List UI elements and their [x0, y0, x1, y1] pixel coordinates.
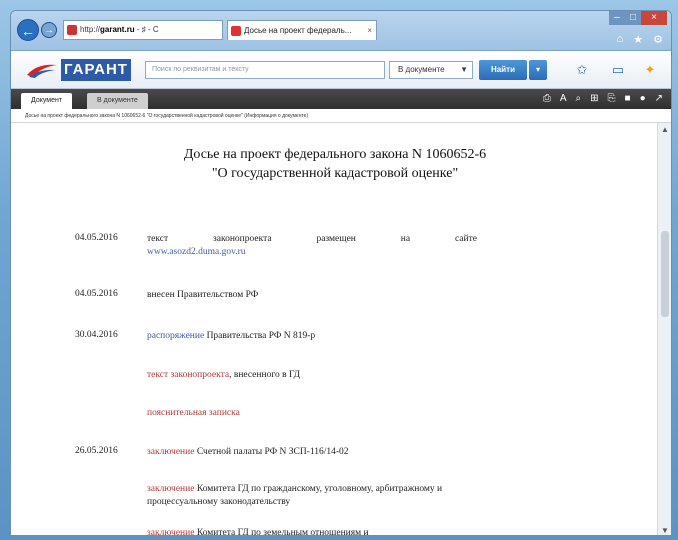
font-size-icon[interactable]: A	[560, 91, 567, 107]
entry-link[interactable]: заключение	[147, 447, 194, 457]
favorites-icon[interactable]: ★	[633, 33, 643, 46]
entry-date: 04.05.2016	[75, 233, 118, 243]
entry-link[interactable]: пояснительная записка	[147, 408, 240, 418]
find-options-button[interactable]: ▾	[529, 60, 547, 80]
scroll-up-icon[interactable]: ▲	[658, 125, 671, 134]
lightbulb-icon[interactable]: ✦	[639, 61, 661, 79]
window-controls: – □ ×	[609, 11, 667, 27]
copy-icon[interactable]: ⎘	[608, 91, 616, 107]
browser-toolbar-icons: ⌂ ★ ⚙	[617, 33, 663, 46]
document-toolbar-icons: ⎙ A ⌕ ⊞ ⎘ ■ ● ↗	[543, 91, 663, 107]
entry-text: Счетной палаты РФ N ЗСП-116/14-02	[194, 447, 349, 457]
print-icon[interactable]: ⎙	[543, 91, 551, 107]
tab-in-document[interactable]: В документе	[87, 93, 148, 109]
scroll-thumb[interactable]	[661, 231, 669, 317]
title-line-1: Досье на проект федерального закона N 10…	[183, 147, 487, 162]
document-tab-strip: Документ В документе ⎙ A ⌕ ⊞ ⎘ ■ ● ↗	[11, 89, 671, 109]
breadcrumb: Досье на проект федерального закона N 10…	[11, 109, 671, 123]
entry-word: размещен	[316, 234, 356, 244]
info-icon[interactable]: ●	[640, 91, 646, 107]
document-content: Досье на проект федерального закона N 10…	[11, 123, 659, 536]
browser-tab-active[interactable]: Досье на проект федераль... ×	[227, 20, 377, 40]
entry-text: Правительства РФ N 819-р	[204, 331, 316, 341]
garant-toolbar: ГАРАНТ Поиск по реквизитам и тексту В до…	[11, 51, 671, 89]
grid-icon[interactable]: ⊞	[590, 91, 598, 107]
site-favicon-icon	[67, 25, 77, 35]
browser-tab-bar: ← → http://garant.ru - ♯ - C Досье на пр…	[11, 11, 671, 51]
briefcase-icon[interactable]: ▭	[607, 61, 629, 79]
page-title: Досье на проект федерального закона N 10…	[11, 145, 659, 183]
export-icon[interactable]: ↗	[655, 91, 663, 107]
entry-body: заключение Счетной палаты РФ N ЗСП-116/1…	[147, 446, 477, 459]
garant-logo-text: ГАРАНТ	[61, 59, 131, 81]
address-bar[interactable]: http://garant.ru - ♯ - C	[63, 20, 223, 40]
forward-button[interactable]: →	[41, 22, 57, 38]
entry-link[interactable]: распоряжение	[147, 331, 204, 341]
close-window-button[interactable]: ×	[641, 11, 667, 25]
minimize-button[interactable]: –	[609, 11, 625, 25]
entry-link[interactable]: заключение	[147, 528, 194, 535]
entry-date: 30.04.2016	[75, 330, 118, 340]
entry-text: текст законопроекта размещен на сайте	[147, 233, 477, 246]
chevron-down-icon: ▼	[460, 65, 468, 74]
search-input[interactable]: Поиск по реквизитам и тексту	[145, 61, 385, 79]
entry-body: заключение Комитета ГД по земельным отно…	[147, 527, 477, 536]
entry-link[interactable]: текст законопроекта	[147, 370, 229, 380]
find-button[interactable]: Найти	[479, 60, 527, 80]
entry-link[interactable]: заключение	[147, 484, 194, 494]
entry-date: 04.05.2016	[75, 289, 118, 299]
entry-body: текст законопроекта, внесенного в ГД	[147, 369, 477, 382]
address-text: http://	[80, 25, 101, 34]
home-icon[interactable]: ⌂	[617, 33, 624, 46]
star-doc-icon[interactable]: ✩	[571, 61, 593, 79]
title-line-2: "О государственной кадастровой оценке"	[211, 166, 459, 181]
address-domain: garant.ru	[100, 25, 135, 34]
entry-date: 26.05.2016	[75, 446, 118, 456]
bookmark-icon[interactable]: ■	[625, 91, 631, 107]
search-scope-value: В документе	[398, 65, 445, 74]
asozd-link[interactable]: www.asozd2.duma.gov.ru	[147, 246, 477, 259]
garant-logo[interactable]: ГАРАНТ	[25, 59, 135, 81]
tab-favicon-icon	[231, 26, 241, 36]
settings-gear-icon[interactable]: ⚙	[653, 33, 663, 46]
entry-body: внесен Правительством РФ	[147, 290, 259, 300]
entry-word: на	[400, 234, 411, 244]
browser-window: ← → http://garant.ru - ♯ - C Досье на пр…	[10, 10, 672, 536]
entry-body: текст законопроекта размещен на сайте ww…	[147, 233, 477, 259]
entry-text: , внесенного в ГД	[229, 370, 301, 380]
entry-body: распоряжение Правительства РФ N 819-р	[147, 330, 477, 343]
entry-word: сайте	[454, 234, 477, 244]
search-scope-select[interactable]: В документе ▼	[389, 61, 473, 79]
entry-text: Комитета ГД по земельным отношениям и	[194, 528, 369, 536]
find-in-doc-icon[interactable]: ⌕	[576, 91, 582, 107]
maximize-button[interactable]: □	[625, 11, 641, 25]
address-suffix: - ♯ - C	[136, 25, 159, 34]
entry-body: заключение Комитета ГД по гражданскому, …	[147, 483, 477, 509]
tab-title: Досье на проект федераль...	[244, 26, 352, 35]
entry-word: текст	[147, 234, 169, 244]
tab-document[interactable]: Документ	[21, 93, 73, 109]
tab-close-icon[interactable]: ×	[367, 21, 372, 40]
back-button[interactable]: ←	[17, 19, 39, 41]
entry-body: пояснительная записка	[147, 407, 477, 420]
entry-word: законопроекта	[213, 234, 272, 244]
scroll-down-icon[interactable]: ▼	[658, 526, 671, 535]
vertical-scrollbar[interactable]: ▲ ▼	[657, 123, 671, 535]
garant-logo-swoosh-icon	[27, 64, 57, 78]
